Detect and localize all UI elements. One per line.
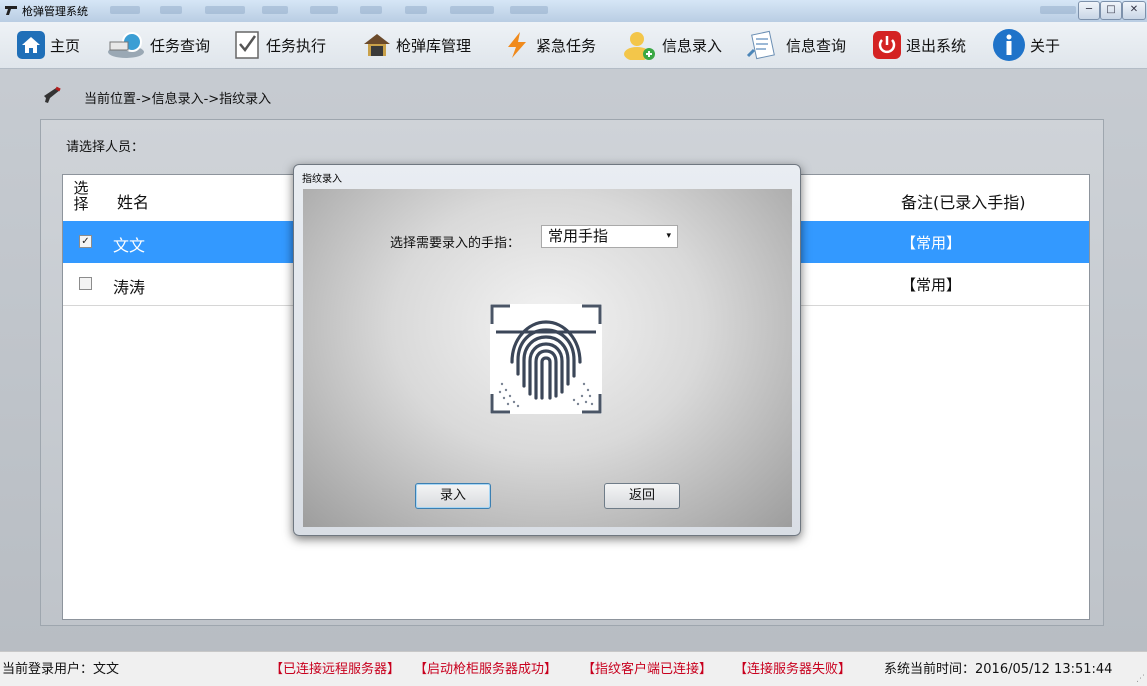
close-button[interactable]: ✕ <box>1122 1 1146 20</box>
toolbar-emergency-button[interactable]: 紧急任务 <box>502 29 596 61</box>
status-remote-server: 【已连接远程服务器】 <box>270 662 401 677</box>
status-cabinet-server: 【启动枪柜服务器成功】 <box>414 662 558 677</box>
toolbar-exit-label: 退出系统 <box>906 36 967 55</box>
main-toolbar: 主页 任务查询 任务执行 枪弹库管理 紧急任务 信息录入 信息查询 退出系统 关… <box>0 22 1147 69</box>
status-server-connection: 【连接服务器失败】 <box>734 662 852 677</box>
maximize-button[interactable]: □ <box>1100 1 1122 20</box>
row-name: 涛涛 <box>113 278 146 297</box>
finger-select-label: 选择需要录入的手指： <box>390 236 521 251</box>
toolbar-info-query-button[interactable]: 信息查询 <box>744 29 846 61</box>
back-button[interactable]: 返回 <box>604 483 680 509</box>
gun-icon <box>44 86 61 103</box>
dialog-title: 指纹录入 <box>302 174 342 185</box>
blurred-tab <box>262 6 288 14</box>
task-execute-icon <box>232 30 262 60</box>
toolbar-info-entry-label: 信息录入 <box>662 36 723 55</box>
task-query-icon <box>106 30 146 60</box>
gun-icon <box>5 6 17 15</box>
blurred-tab <box>405 6 427 14</box>
chevron-down-icon: ▾ <box>666 231 671 241</box>
blurred-tab <box>310 6 338 14</box>
toolbar-armory-label: 枪弹库管理 <box>396 36 472 55</box>
minimize-button[interactable]: ─ <box>1078 1 1100 20</box>
toolbar-home-button[interactable]: 主页 <box>16 29 80 61</box>
toolbar-armory-button[interactable]: 枪弹库管理 <box>362 29 471 61</box>
row-name: 文文 <box>113 236 146 255</box>
column-header-select: 选择 <box>73 179 89 213</box>
blurred-tab <box>450 6 494 14</box>
home-icon <box>16 30 46 60</box>
status-bar: 当前登录用户：文文 【已连接远程服务器】 【启动枪柜服务器成功】 【指纹客户端已… <box>0 651 1147 686</box>
toolbar-emergency-label: 紧急任务 <box>536 36 597 55</box>
toolbar-task-query-label: 任务查询 <box>150 36 211 55</box>
window-title: 枪弹管理系统 <box>22 5 88 18</box>
enroll-button[interactable]: 录入 <box>415 483 491 509</box>
toolbar-info-query-label: 信息查询 <box>786 36 847 55</box>
toolbar-about-button[interactable]: 关于 <box>992 29 1060 61</box>
row-remark: 【常用】 <box>901 276 962 294</box>
column-header-remark: 备注(已录入手指) <box>901 193 1026 212</box>
blurred-tab <box>510 6 548 14</box>
status-system-time: 系统当前时间：2016/05/12 13:51:44 <box>884 662 1113 677</box>
fingerprint-icon <box>490 304 602 414</box>
blurred-tab <box>205 6 245 14</box>
document-query-icon <box>744 30 782 60</box>
row-remark: 【常用】 <box>901 234 962 252</box>
row-checkbox[interactable]: ✓ <box>79 235 92 248</box>
lightning-icon <box>502 30 532 60</box>
toolbar-task-execute-label: 任务执行 <box>266 36 327 55</box>
info-icon <box>992 29 1026 61</box>
row-checkbox[interactable] <box>79 277 92 290</box>
toolbar-task-query-button[interactable]: 任务查询 <box>106 29 210 61</box>
resize-grip-icon[interactable]: ⋰ <box>1136 674 1145 684</box>
blurred-tab <box>360 6 382 14</box>
blurred-tab <box>1040 6 1076 14</box>
status-current-user: 当前登录用户：文文 <box>2 662 120 677</box>
fingerprint-dialog: 指纹录入 选择需要录入的手指： 常用手指 ▾ 录入 返回 <box>293 164 801 536</box>
toolbar-info-entry-button[interactable]: 信息录入 <box>620 29 722 61</box>
finger-select-dropdown[interactable]: 常用手指 ▾ <box>541 225 678 248</box>
window-title-bar: 枪弹管理系统 ─ □ ✕ <box>0 0 1147 23</box>
blurred-tab <box>160 6 182 14</box>
power-icon <box>872 30 902 60</box>
select-person-label: 请选择人员： <box>66 140 145 155</box>
dialog-body: 选择需要录入的手指： 常用手指 ▾ 录入 返回 <box>303 189 792 527</box>
user-add-icon <box>620 30 658 60</box>
status-fingerprint-client: 【指纹客户端已连接】 <box>582 662 713 677</box>
toolbar-home-label: 主页 <box>50 36 81 55</box>
blurred-tab <box>110 6 140 14</box>
toolbar-about-label: 关于 <box>1030 36 1061 55</box>
toolbar-exit-button[interactable]: 退出系统 <box>872 29 966 61</box>
finger-select-value: 常用手指 <box>548 227 609 245</box>
breadcrumb: 当前位置->信息录入->指纹录入 <box>84 92 272 107</box>
armory-icon <box>362 30 392 60</box>
toolbar-task-execute-button[interactable]: 任务执行 <box>232 29 326 61</box>
column-header-name: 姓名 <box>117 193 150 212</box>
